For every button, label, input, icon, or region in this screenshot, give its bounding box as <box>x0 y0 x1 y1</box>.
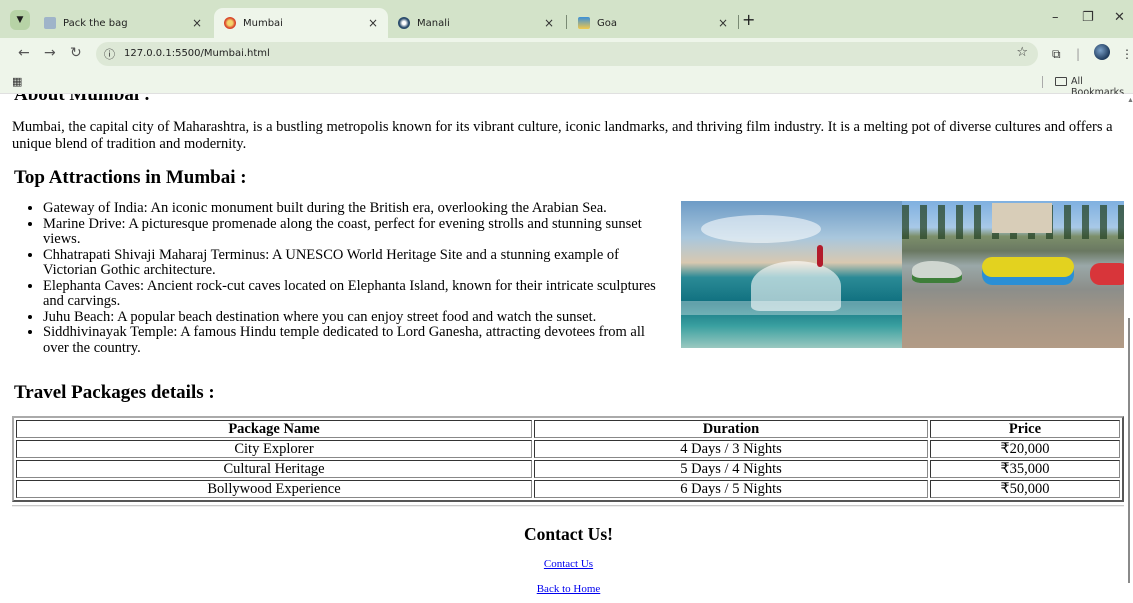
tab-manali[interactable]: Manali × <box>388 8 564 38</box>
back-icon[interactable]: ← <box>18 45 30 61</box>
forward-icon[interactable]: → <box>44 45 56 61</box>
list-item: Siddhivinayak Temple: A famous Hindu tem… <box>43 324 673 356</box>
extensions-icon[interactable]: ⧉ <box>1052 47 1061 62</box>
table-header-row: Package Name Duration Price <box>16 420 1120 438</box>
contact-link-row: Contact Us <box>0 558 1133 570</box>
photo-building <box>992 203 1052 233</box>
tab-title: Manali <box>417 17 450 29</box>
list-item: Elephanta Caves: Ancient rock-cut caves … <box>43 278 673 310</box>
tab-title: Mumbai <box>243 17 283 29</box>
globe-icon <box>398 17 410 29</box>
tab-title: Goa <box>597 17 617 29</box>
browser-chrome: ▼ Pack the bag × Mumbai × Manali × Goa ×… <box>0 0 1133 98</box>
list-item: Gateway of India: An iconic monument bui… <box>43 200 673 217</box>
photo-rider <box>817 245 823 267</box>
tab-search-button[interactable]: ▼ <box>10 10 30 30</box>
folder-icon <box>1055 77 1067 86</box>
window-close-icon[interactable]: ✕ <box>1114 10 1125 25</box>
bookmarks-bar: ▦ All Bookmarks <box>0 70 1133 98</box>
page-favicon-icon <box>224 17 236 29</box>
photo-inflatable-ride <box>982 257 1074 285</box>
table-cell: ₹50,000 <box>929 480 1120 498</box>
table-cell: 6 Days / 5 Nights <box>534 480 928 498</box>
tab-title: Pack the bag <box>63 17 128 29</box>
table-cell: ₹35,000 <box>929 460 1120 478</box>
tab-strip: ▼ Pack the bag × Mumbai × Manali × Goa ×… <box>0 0 1133 38</box>
column-header: Package Name <box>16 420 533 438</box>
reload-icon[interactable]: ↻ <box>70 45 82 61</box>
table-cell: 4 Days / 3 Nights <box>534 440 928 458</box>
contact-us-link[interactable]: Contact Us <box>544 558 593 570</box>
table-row: Bollywood Experience 6 Days / 5 Nights ₹… <box>16 480 1120 498</box>
apps-grid-icon[interactable]: ▦ <box>12 75 22 88</box>
table-cell: City Explorer <box>16 440 533 458</box>
tab-goa[interactable]: Goa × <box>568 8 738 38</box>
minimize-icon[interactable]: – <box>1052 10 1059 25</box>
attraction-photos <box>681 201 1124 348</box>
restore-icon[interactable]: ❐ <box>1082 10 1094 25</box>
beach-rides-photo <box>902 201 1124 348</box>
more-menu-icon[interactable]: ⋮ <box>1121 47 1133 61</box>
chevron-down-icon: ▼ <box>16 15 24 25</box>
close-icon[interactable]: × <box>368 16 378 30</box>
column-header: Price <box>929 420 1120 438</box>
profile-avatar[interactable] <box>1094 44 1110 60</box>
photo-jet-ski <box>912 261 962 283</box>
toolbar-divider: | <box>1076 47 1081 61</box>
horizontal-rule <box>12 505 1124 507</box>
close-icon[interactable]: × <box>718 16 728 30</box>
column-header: Duration <box>534 420 928 438</box>
contact-heading: Contact Us! <box>524 524 613 544</box>
url-text[interactable]: 127.0.0.1:5500/Mumbai.html <box>124 48 270 59</box>
attractions-list: Gateway of India: An iconic monument bui… <box>43 200 673 356</box>
attractions-heading: Top Attractions in Mumbai : <box>14 167 247 188</box>
table-row: City Explorer 4 Days / 3 Nights ₹20,000 <box>16 440 1120 458</box>
tab-divider <box>738 15 739 29</box>
tab-mumbai[interactable]: Mumbai × <box>214 8 388 38</box>
scrollbar-thumb[interactable] <box>1128 318 1130 583</box>
page-favicon-icon <box>578 17 590 29</box>
tab-divider <box>566 15 567 29</box>
flyboard-sea-photo <box>681 201 902 348</box>
close-icon[interactable]: × <box>544 16 554 30</box>
intro-paragraph: Mumbai, the capital city of Maharashtra,… <box>12 119 1113 152</box>
list-item: Juhu Beach: A popular beach destination … <box>43 309 673 326</box>
table-cell: Bollywood Experience <box>16 480 533 498</box>
scroll-up-arrow[interactable]: ▲ <box>1127 96 1133 104</box>
packages-heading: Travel Packages details : <box>14 382 215 403</box>
site-info-icon[interactable]: ⓘ <box>104 46 115 62</box>
address-bar[interactable]: ⓘ 127.0.0.1:5500/Mumbai.html ☆ <box>96 42 1038 66</box>
list-item: Marine Drive: A picturesque promenade al… <box>43 216 673 248</box>
photo-cloud <box>701 215 821 243</box>
table-cell: 5 Days / 4 Nights <box>534 460 928 478</box>
list-item: Chhatrapati Shivaji Maharaj Terminus: A … <box>43 247 673 279</box>
about-heading: About Mumbai : <box>14 94 151 105</box>
back-to-home-link[interactable]: Back to Home <box>537 583 601 595</box>
table-cell: ₹20,000 <box>929 440 1120 458</box>
home-link-row: Back to Home <box>0 583 1133 595</box>
page-favicon-icon <box>44 17 56 29</box>
table-cell: Cultural Heritage <box>16 460 533 478</box>
packages-table: Package Name Duration Price City Explore… <box>12 416 1124 502</box>
new-tab-button[interactable]: + <box>742 10 755 29</box>
page-viewport: About Mumbai : Mumbai, the capital city … <box>0 94 1133 603</box>
photo-wave <box>681 301 902 315</box>
bookmark-star-icon[interactable]: ☆ <box>1016 45 1028 60</box>
bookmarks-divider <box>1042 76 1043 88</box>
photo-raft <box>1090 263 1124 285</box>
tab-pack-the-bag[interactable]: Pack the bag × <box>34 8 212 38</box>
navigation-toolbar: ← → ↻ ⓘ 127.0.0.1:5500/Mumbai.html ☆ ⧉ |… <box>0 38 1133 70</box>
close-icon[interactable]: × <box>192 16 202 30</box>
table-row: Cultural Heritage 5 Days / 4 Nights ₹35,… <box>16 460 1120 478</box>
